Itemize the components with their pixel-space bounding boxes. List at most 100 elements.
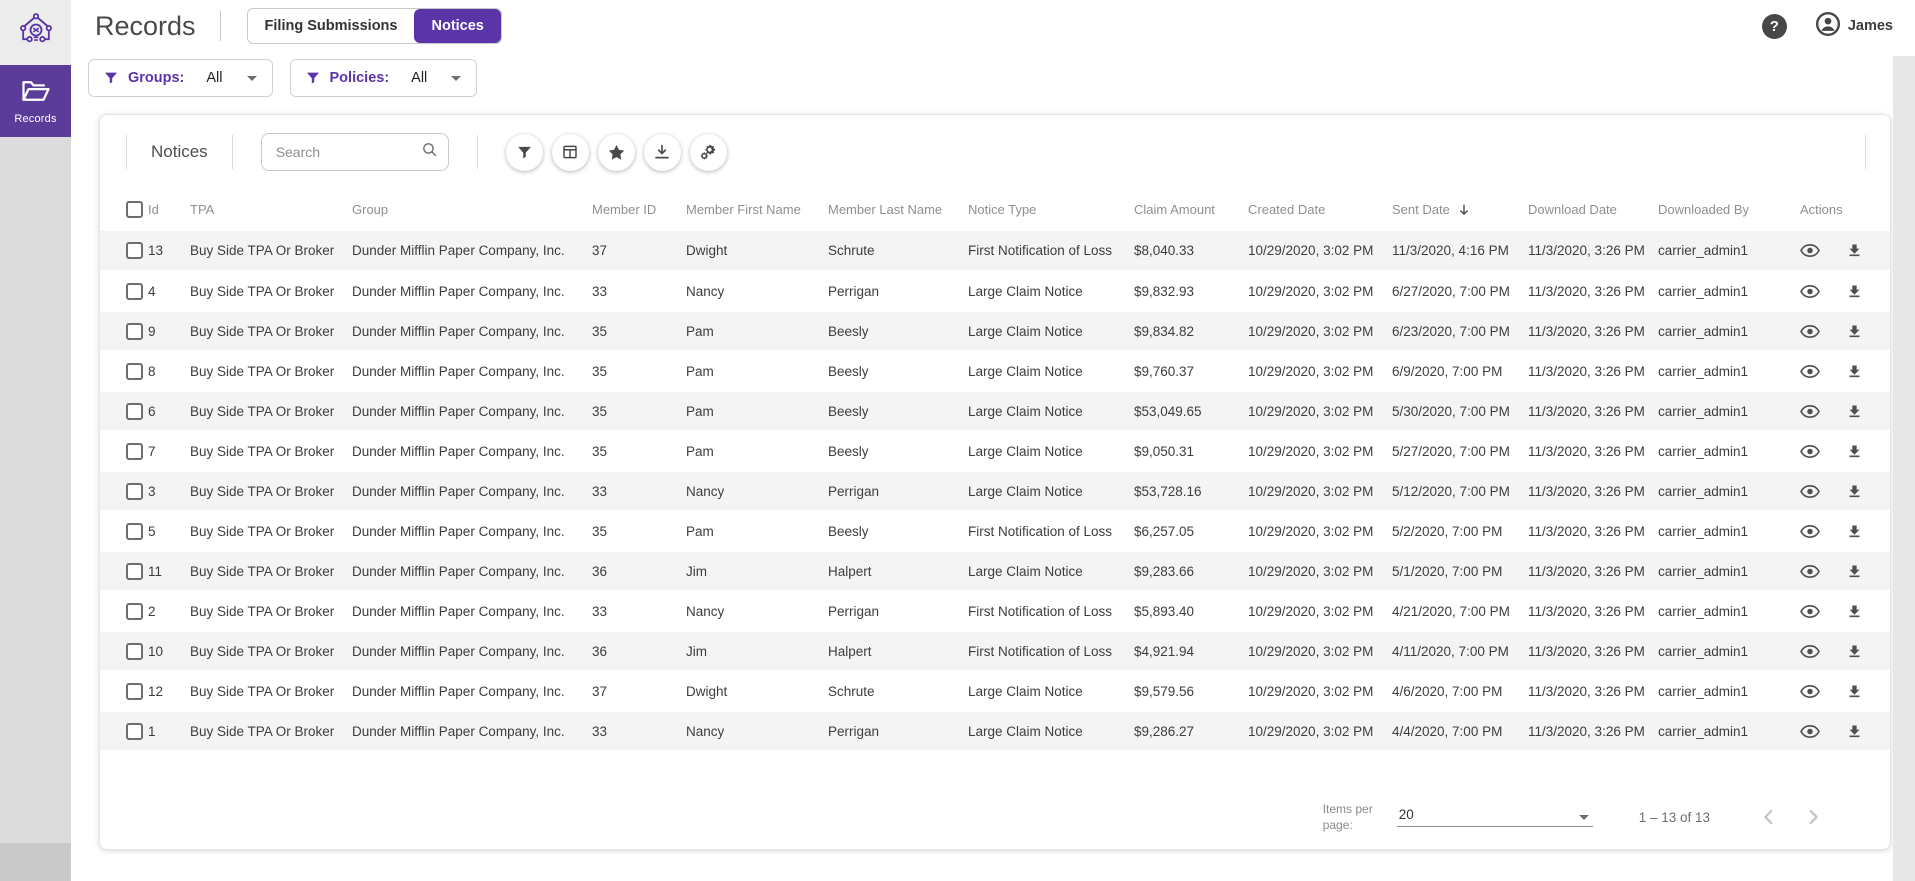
eye-icon[interactable] (1800, 444, 1820, 459)
column-header-id[interactable]: Id (148, 187, 190, 231)
id-cell: 4 (148, 283, 156, 299)
eye-icon[interactable] (1800, 604, 1820, 619)
row-checkbox[interactable] (126, 362, 143, 380)
group-cell: Dunder Mifflin Paper Company, Inc. (352, 683, 565, 699)
select-all-checkbox[interactable] (126, 200, 143, 218)
download-icon[interactable] (1846, 563, 1863, 580)
filter-funnel-icon (305, 70, 321, 86)
download-icon[interactable] (1846, 523, 1863, 540)
user-menu[interactable]: James (1815, 11, 1893, 42)
tab-filing-submissions[interactable]: Filing Submissions (248, 9, 415, 43)
sent_date-cell: 4/11/2020, 7:00 PM (1392, 643, 1509, 659)
column-header-notice_type[interactable]: Notice Type (968, 187, 1134, 231)
eye-icon[interactable] (1800, 484, 1820, 499)
column-header-member_id[interactable]: Member ID (592, 187, 686, 231)
sent_date-cell: 5/1/2020, 7:00 PM (1392, 563, 1503, 579)
download-icon[interactable] (1846, 683, 1863, 700)
row-checkbox[interactable] (126, 722, 143, 740)
member_first_name-cell: Nancy (686, 283, 725, 299)
groups-filter[interactable]: Groups: All (88, 59, 273, 97)
actions-cell (1800, 511, 1890, 551)
download-icon[interactable] (1846, 483, 1863, 500)
page-scrollbar[interactable] (1893, 56, 1915, 881)
column-header-claim_amount[interactable]: Claim Amount (1134, 187, 1248, 231)
eye-icon[interactable] (1800, 364, 1820, 379)
download-icon[interactable] (1846, 723, 1863, 740)
created_date-cell: 10/29/2020, 3:02 PM (1248, 723, 1374, 739)
row-checkbox[interactable] (126, 482, 143, 500)
download-icon[interactable] (1846, 283, 1863, 300)
column-header-group[interactable]: Group (352, 187, 592, 231)
policies-filter[interactable]: Policies: All (289, 59, 478, 97)
eye-icon[interactable] (1800, 524, 1820, 539)
download-icon[interactable] (1846, 363, 1863, 380)
column-header-downloaded_by[interactable]: Downloaded By (1658, 187, 1800, 231)
download-icon[interactable] (1846, 643, 1863, 660)
download-icon[interactable] (1846, 242, 1863, 259)
column-header-download_date[interactable]: Download Date (1528, 187, 1658, 231)
column-header-tpa[interactable]: TPA (190, 187, 352, 231)
eye-icon[interactable] (1800, 243, 1820, 258)
eye-icon[interactable] (1800, 644, 1820, 659)
tab-notices[interactable]: Notices (414, 9, 501, 43)
download_date-cell: 11/3/2020, 3:26 PM (1528, 563, 1645, 579)
row-select-cell (100, 591, 148, 631)
member_first_name-cell: Dwight (686, 683, 728, 699)
id-cell: 11 (148, 563, 163, 579)
eye-icon[interactable] (1800, 724, 1820, 739)
row-checkbox[interactable] (126, 442, 143, 460)
columns-button[interactable] (551, 133, 589, 171)
downloaded_by-cell: carrier_admin1 (1658, 723, 1749, 739)
sidebar-item-records[interactable]: Records (0, 65, 71, 137)
id-cell: 12 (148, 683, 164, 699)
downloaded_by-cell: carrier_admin1 (1658, 443, 1749, 459)
search-input[interactable] (273, 143, 421, 161)
column-header-member_first_name[interactable]: Member First Name (686, 187, 828, 231)
notice_type-cell: Large Claim Notice (968, 283, 1083, 299)
downloaded_by-cell: carrier_admin1 (1658, 483, 1749, 499)
eye-icon[interactable] (1800, 324, 1820, 339)
previous-page-button[interactable] (1758, 806, 1780, 828)
row-checkbox[interactable] (126, 602, 143, 620)
row-checkbox[interactable] (126, 402, 143, 420)
created_date-cell: 10/29/2020, 3:02 PM (1248, 363, 1374, 379)
app-logo[interactable] (0, 0, 71, 65)
row-checkbox[interactable] (126, 322, 143, 340)
row-checkbox[interactable] (126, 642, 143, 660)
notice_type-cell: First Notification of Loss (968, 603, 1113, 619)
row-select-cell (100, 471, 148, 511)
tpa-cell: Buy Side TPA Or Broker (190, 443, 335, 459)
column-header-sent_date[interactable]: Sent Date (1392, 187, 1528, 231)
download-icon[interactable] (1846, 403, 1863, 420)
next-page-button[interactable] (1802, 806, 1824, 828)
row-checkbox[interactable] (126, 282, 143, 300)
notice_type-cell: Large Claim Notice (968, 483, 1083, 499)
items-per-page-select[interactable]: 20 (1396, 807, 1593, 827)
download-icon[interactable] (1846, 443, 1863, 460)
row-select-cell (100, 631, 148, 671)
row-checkbox[interactable] (126, 562, 143, 580)
help-icon[interactable]: ? (1761, 13, 1787, 39)
column-label: Actions (1800, 201, 1843, 217)
row-select-cell (100, 431, 148, 471)
eye-icon[interactable] (1800, 564, 1820, 579)
download-icon[interactable] (1846, 323, 1863, 340)
eye-icon[interactable] (1800, 404, 1820, 419)
row-select-cell (100, 551, 148, 591)
eye-icon[interactable] (1800, 284, 1820, 299)
filter-button[interactable] (505, 133, 543, 171)
download-icon[interactable] (1846, 603, 1863, 620)
eye-icon[interactable] (1800, 684, 1820, 699)
favorite-star-button[interactable] (597, 133, 635, 171)
member_last_name-cell: Beesly (828, 403, 869, 419)
member_first_name-cell: Jim (686, 643, 707, 659)
column-header-member_last_name[interactable]: Member Last Name (828, 187, 968, 231)
settings-gears-button[interactable] (689, 133, 727, 171)
row-checkbox[interactable] (126, 522, 143, 540)
column-header-created_date[interactable]: Created Date (1248, 187, 1392, 231)
sort-desc-icon[interactable] (1457, 203, 1471, 217)
download-button[interactable] (643, 133, 681, 171)
sidebar-footer[interactable] (0, 843, 71, 881)
row-checkbox[interactable] (126, 682, 143, 700)
row-checkbox[interactable] (126, 242, 143, 259)
